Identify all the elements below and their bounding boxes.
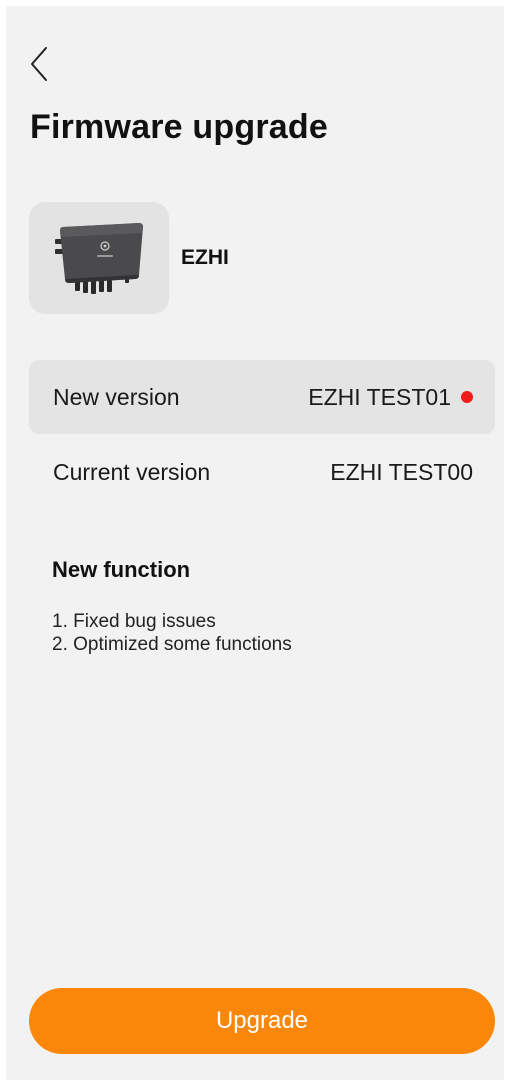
list-item: 1. Fixed bug issues: [52, 611, 216, 632]
new-version-label: New version: [53, 383, 180, 410]
new-version-value-group: EZHI TEST01: [308, 384, 473, 411]
inverter-device-icon: [55, 223, 143, 294]
update-available-dot: [461, 391, 473, 403]
new-function-title: New function: [52, 557, 191, 582]
device-name: EZHI: [181, 246, 229, 269]
current-version-label: Current version: [53, 458, 211, 485]
list-item: 2. Optimized some functions: [52, 634, 292, 655]
new-function-list: 1. Fixed bug issues 2. Optimized some fu…: [52, 610, 292, 656]
page-title: Firmware upgrade: [30, 108, 328, 146]
chevron-left-icon: [31, 47, 47, 81]
new-version-row: New version EZHI TEST01: [29, 360, 495, 434]
current-version-row: Current version EZHI TEST00: [29, 435, 495, 509]
back-button[interactable]: [28, 44, 64, 84]
device-image-card: [29, 202, 169, 314]
current-version-value: EZHI TEST00: [330, 458, 473, 485]
new-version-value: EZHI TEST01: [308, 383, 451, 410]
firmware-upgrade-screen: Firmware upgrade EZHI New version EZHI T…: [6, 6, 504, 1080]
upgrade-button[interactable]: Upgrade: [29, 988, 495, 1054]
